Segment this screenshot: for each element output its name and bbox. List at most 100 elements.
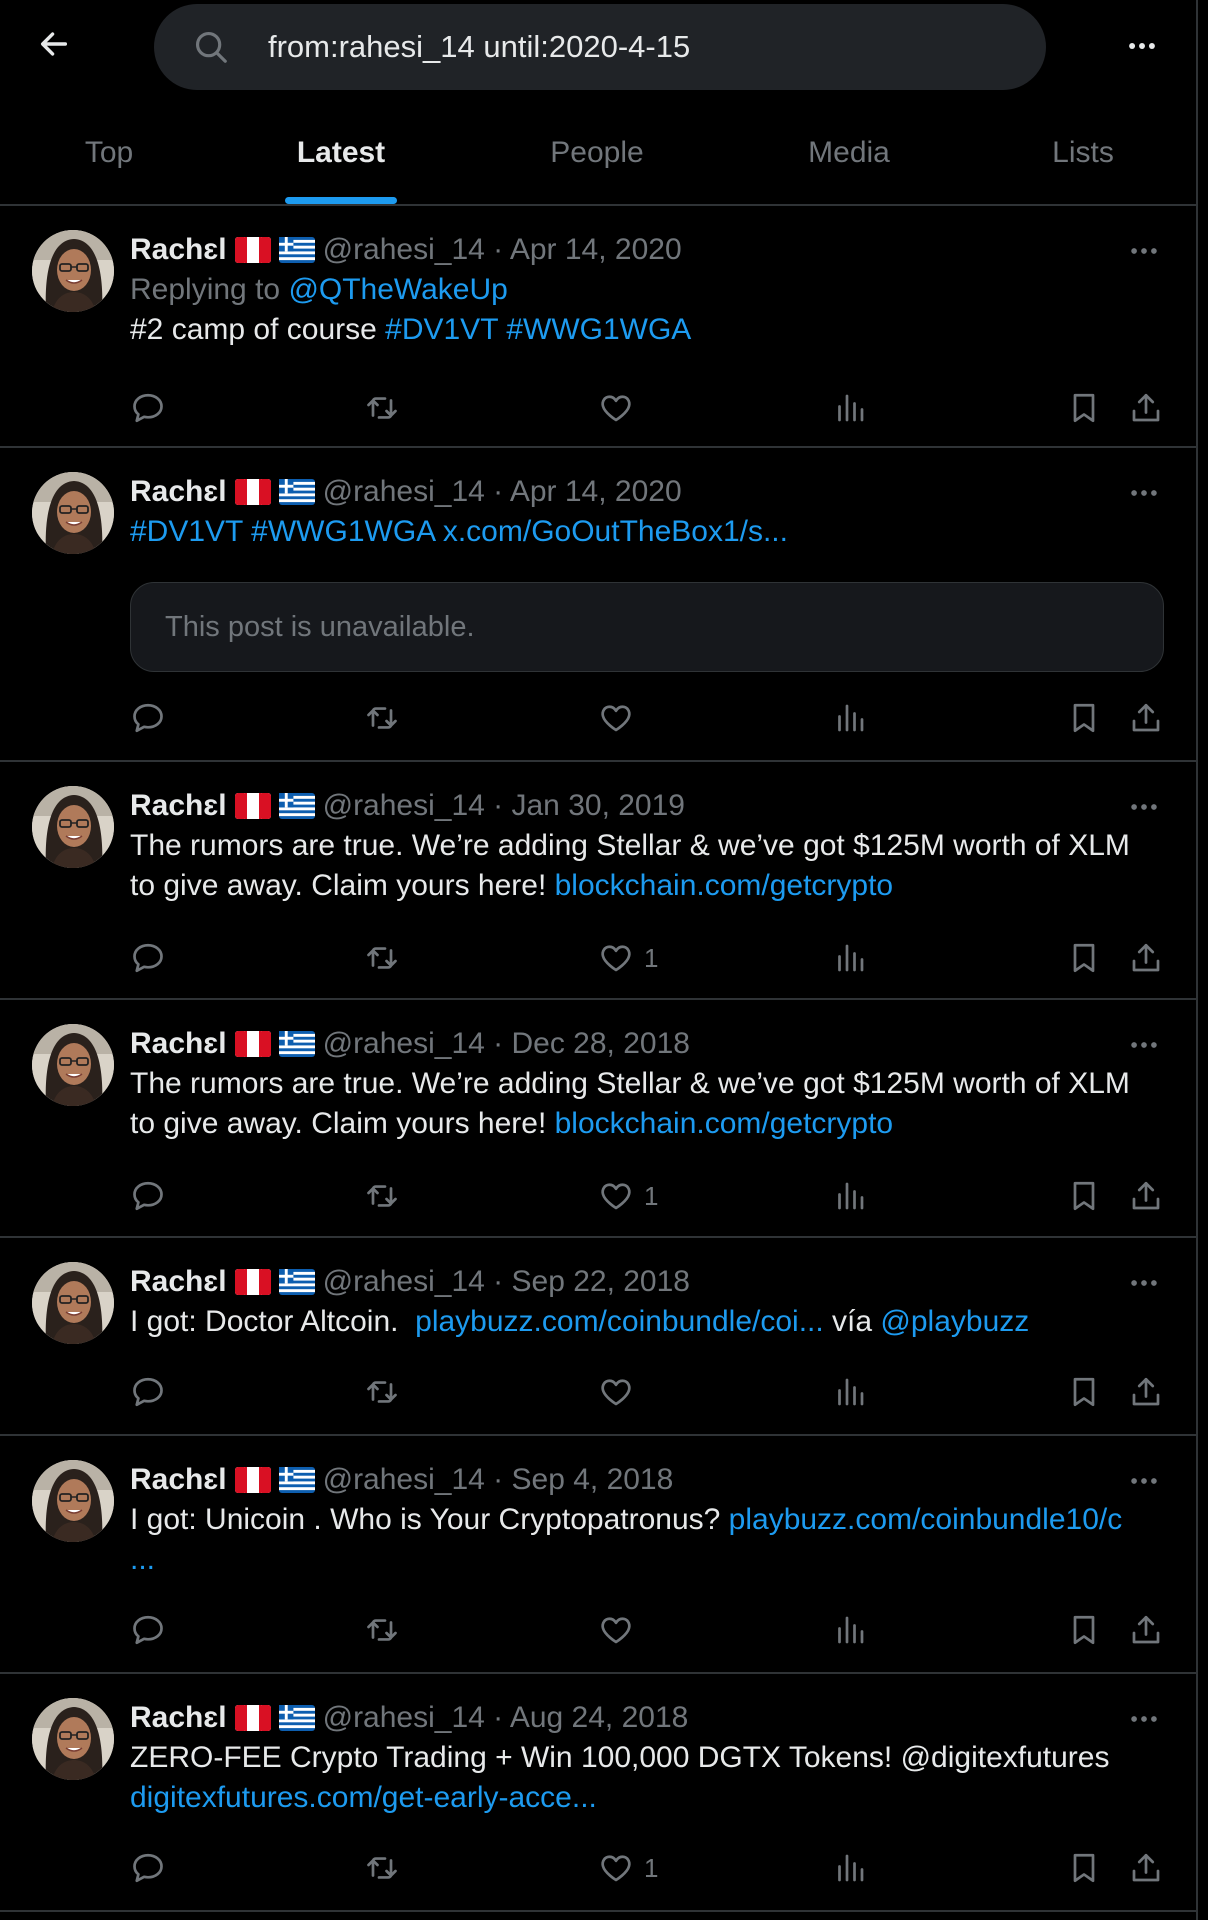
like-count: 1 xyxy=(644,1180,659,1211)
avatar[interactable] xyxy=(32,1460,114,1542)
author-handle[interactable]: @rahesi_14 xyxy=(323,1463,485,1496)
tab-top[interactable]: Top xyxy=(0,110,218,204)
retweet-icon[interactable] xyxy=(364,938,400,978)
reply-icon[interactable] xyxy=(130,1176,166,1216)
post[interactable]: Rachɛl @rahesi_14 · Aug 24, 2018 ZERO-FEE… xyxy=(0,1674,1198,1912)
retweet-icon[interactable] xyxy=(364,1848,400,1888)
post-date[interactable]: · Sep 4, 2018 xyxy=(493,1463,673,1496)
post-date[interactable]: · Apr 14, 2020 xyxy=(493,475,681,508)
share-icon[interactable] xyxy=(1128,1176,1164,1216)
share-icon[interactable] xyxy=(1128,698,1164,738)
avatar[interactable] xyxy=(32,786,114,868)
avatar[interactable] xyxy=(32,1698,114,1780)
post-link[interactable]: playbuzz.com/coinbundle10/c xyxy=(729,1503,1123,1536)
views-icon[interactable] xyxy=(832,1848,868,1888)
author-name[interactable]: Rachɛl xyxy=(130,1265,227,1298)
share-icon[interactable] xyxy=(1128,388,1164,428)
reply-mention-link[interactable]: @QTheWakeUp xyxy=(288,273,507,306)
views-icon[interactable] xyxy=(832,388,868,428)
post-link-text[interactable]: #DV1VT #WWG1WGA x.com/GoOutTheBox1/s... xyxy=(130,515,788,548)
bookmark-icon[interactable] xyxy=(1066,1848,1102,1888)
more-options-icon[interactable] xyxy=(1122,26,1162,66)
retweet-icon[interactable] xyxy=(364,698,400,738)
bookmark-icon[interactable] xyxy=(1066,1610,1102,1650)
bookmark-icon[interactable] xyxy=(1066,698,1102,738)
peru-flag-icon xyxy=(235,1467,271,1493)
avatar[interactable] xyxy=(32,230,114,312)
author-handle[interactable]: @rahesi_14 xyxy=(323,1027,485,1060)
bookmark-icon[interactable] xyxy=(1066,1372,1102,1412)
author-name[interactable]: Rachɛl xyxy=(130,1027,227,1060)
post[interactable]: Rachɛl @rahesi_14 · Apr 14, 2020 Replying… xyxy=(0,206,1198,448)
reply-icon[interactable] xyxy=(130,1372,166,1412)
post[interactable]: Rachɛl @rahesi_14 · Apr 14, 2020 #DV1VT #… xyxy=(0,448,1198,762)
views-icon[interactable] xyxy=(832,1176,868,1216)
author-handle[interactable]: @rahesi_14 xyxy=(323,475,485,508)
reply-icon[interactable] xyxy=(130,1610,166,1650)
author-name[interactable]: Rachɛl xyxy=(130,475,227,508)
author-handle[interactable]: @rahesi_14 xyxy=(323,789,485,822)
views-icon[interactable] xyxy=(832,938,868,978)
share-icon[interactable] xyxy=(1128,1372,1164,1412)
retweet-icon[interactable] xyxy=(364,1372,400,1412)
greece-flag-icon xyxy=(279,479,315,505)
post[interactable]: Rachɛl @rahesi_14 · Sep 4, 2018 I got: Un… xyxy=(0,1436,1198,1674)
reply-icon[interactable] xyxy=(130,1848,166,1888)
like-icon[interactable] xyxy=(598,698,634,738)
reply-icon[interactable] xyxy=(130,938,166,978)
post[interactable]: Rachɛl @rahesi_14 · Sep 22, 2018 I got: D… xyxy=(0,1238,1198,1436)
share-icon[interactable] xyxy=(1128,1848,1164,1888)
post-date[interactable]: · Dec 28, 2018 xyxy=(493,1027,690,1060)
avatar[interactable] xyxy=(32,1024,114,1106)
avatar[interactable] xyxy=(32,1262,114,1344)
author-handle[interactable]: @rahesi_14 xyxy=(323,1265,485,1298)
mention-link[interactable]: @playbuzz xyxy=(880,1305,1029,1338)
like-icon[interactable] xyxy=(598,388,634,428)
post[interactable]: Rachɛl @rahesi_14 · Dec 28, 2018 The rumo… xyxy=(0,1000,1198,1238)
post-date[interactable]: · Apr 14, 2020 xyxy=(493,233,681,266)
post-link[interactable]: blockchain.com/getcrypto xyxy=(555,869,894,902)
like-icon[interactable] xyxy=(598,1610,634,1650)
post-text: The rumors are true. We’re adding Stella… xyxy=(130,1067,1130,1100)
avatar[interactable] xyxy=(32,472,114,554)
retweet-icon[interactable] xyxy=(364,388,400,428)
views-icon[interactable] xyxy=(832,1372,868,1412)
post-link[interactable]: blockchain.com/getcrypto xyxy=(555,1107,894,1140)
like-button[interactable]: 1 xyxy=(598,938,658,978)
post-date[interactable]: · Aug 24, 2018 xyxy=(493,1701,688,1734)
post[interactable]: Rachɛl @rahesi_14 · Jan 30, 2019 The rumo… xyxy=(0,762,1198,1000)
hashtag-links[interactable]: #DV1VT #WWG1WGA xyxy=(385,313,691,346)
like-button[interactable]: 1 xyxy=(598,1176,658,1216)
post-link[interactable]: playbuzz.com/coinbundle/coi... xyxy=(415,1305,824,1338)
author-name[interactable]: Rachɛl xyxy=(130,1463,227,1496)
author-handle[interactable]: @rahesi_14 xyxy=(323,233,485,266)
author-name[interactable]: Rachɛl xyxy=(130,1701,227,1734)
reply-icon[interactable] xyxy=(130,388,166,428)
retweet-icon[interactable] xyxy=(364,1610,400,1650)
retweet-icon[interactable] xyxy=(364,1176,400,1216)
tab-people[interactable]: People xyxy=(464,110,730,204)
like-button[interactable]: 1 xyxy=(598,1848,658,1888)
tab-media[interactable]: Media xyxy=(730,110,968,204)
back-arrow-icon[interactable] xyxy=(34,24,74,64)
views-icon[interactable] xyxy=(832,1610,868,1650)
post-link-continuation[interactable]: ... xyxy=(130,1543,155,1576)
reply-icon[interactable] xyxy=(130,698,166,738)
search-input[interactable]: from:rahesi_14 until:2020-4-15 xyxy=(154,4,1046,90)
bookmark-icon[interactable] xyxy=(1066,1176,1102,1216)
tab-latest[interactable]: Latest xyxy=(218,110,464,204)
post-date[interactable]: · Sep 22, 2018 xyxy=(493,1265,690,1298)
tab-lists[interactable]: Lists xyxy=(968,110,1198,204)
post-date[interactable]: · Jan 30, 2019 xyxy=(493,789,685,822)
author-name[interactable]: Rachɛl xyxy=(130,789,227,822)
share-icon[interactable] xyxy=(1128,938,1164,978)
author-handle[interactable]: @rahesi_14 xyxy=(323,1701,485,1734)
post-link[interactable]: digitexfutures.com/get-early-acce... xyxy=(130,1781,597,1814)
views-icon[interactable] xyxy=(832,698,868,738)
bookmark-icon[interactable] xyxy=(1066,388,1102,428)
bookmark-icon[interactable] xyxy=(1066,938,1102,978)
share-icon[interactable] xyxy=(1128,1610,1164,1650)
search-query[interactable]: from:rahesi_14 until:2020-4-15 xyxy=(268,4,690,90)
like-icon[interactable] xyxy=(598,1372,634,1412)
author-name[interactable]: Rachɛl xyxy=(130,233,227,266)
